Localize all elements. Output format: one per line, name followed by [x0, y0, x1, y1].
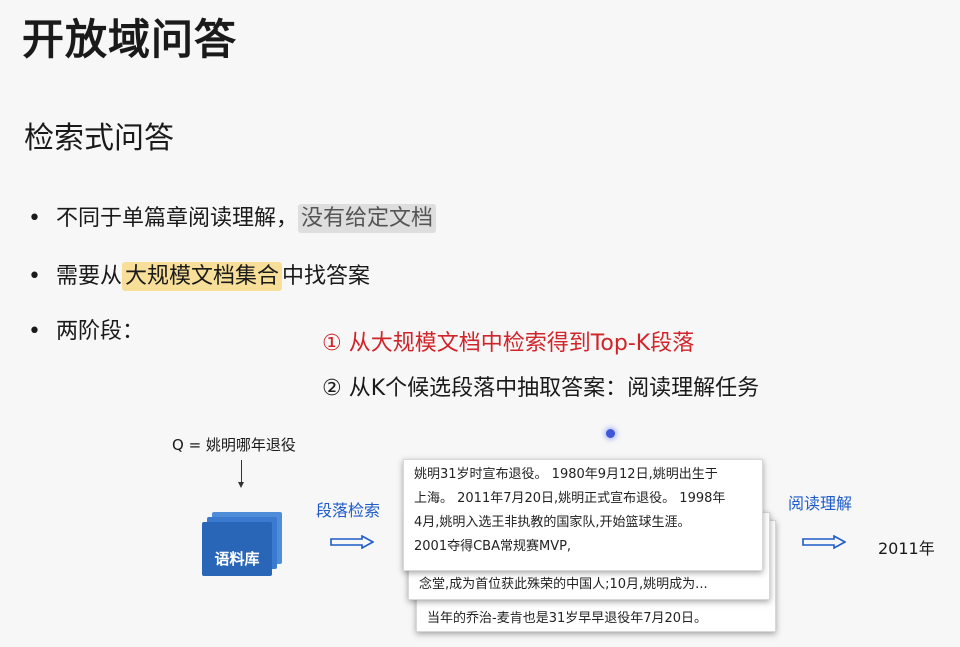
highlight-text: 没有给定文档 — [298, 204, 437, 233]
retrieval-label: 段落检索 — [316, 501, 381, 520]
passage-line: 当年的乔治-麦肯也是31岁早早退役年7月20日。 — [427, 611, 708, 626]
bullet-marker: • — [28, 264, 41, 289]
down-arrow-icon — [238, 460, 244, 488]
passage-line: 4月,姚明入选王非执教的国家队,开始篮球生涯。 — [414, 515, 691, 530]
bullet-text: 需要从 — [56, 264, 123, 289]
answer-text: 2011年 — [878, 539, 935, 558]
passage-line: 念堂,成为首位获此殊荣的中国人;10月,姚明成为... — [419, 577, 708, 592]
corpus-label: 语料库 — [214, 550, 260, 568]
reading-label: 阅读理解 — [788, 494, 853, 513]
bullet-item: • 两阶段： — [28, 313, 144, 345]
slide-subtitle: 检索式问答 — [24, 121, 174, 156]
bullet-text-tail: 中找答案 — [282, 264, 371, 289]
pointer-dot — [606, 429, 615, 438]
corpus-icon: 语料库 — [202, 512, 286, 576]
query-text: Q = 姚明哪年退役 — [172, 436, 296, 454]
passage-card-front: 姚明31岁时宣布退役。 1980年9月12日,姚明出生于 上海。 2011年7月… — [403, 459, 763, 571]
passage-line: 上海。 2011年7月20日,姚明正式宣布退役。 1998年 — [414, 491, 726, 506]
right-arrow-icon — [802, 535, 846, 549]
bullet-item: • 不同于单篇章阅读理解， 没有给定文档 — [28, 200, 437, 233]
passage-line: 2001夺得CBA常规赛MVP, — [414, 539, 572, 554]
step-reading: ② 从K个候选段落中抽取答案：阅读理解任务 — [322, 376, 760, 401]
highlight-text: 大规模文档集合 — [122, 262, 283, 291]
bullet-marker: • — [28, 319, 41, 344]
right-arrow-icon — [330, 535, 374, 549]
bullet-text: 不同于单篇章阅读理解， — [56, 206, 299, 231]
step-retrieval: ① 从大规模文档中检索得到Top-K段落 — [322, 331, 695, 356]
bullet-text: 两阶段： — [56, 319, 145, 344]
bullet-item: • 需要从 大规模文档集合 中找答案 — [28, 258, 371, 291]
slide-title: 开放域问答 — [22, 15, 238, 64]
bullet-marker: • — [28, 206, 41, 231]
passage-line: 姚明31岁时宣布退役。 1980年9月12日,姚明出生于 — [414, 467, 718, 482]
